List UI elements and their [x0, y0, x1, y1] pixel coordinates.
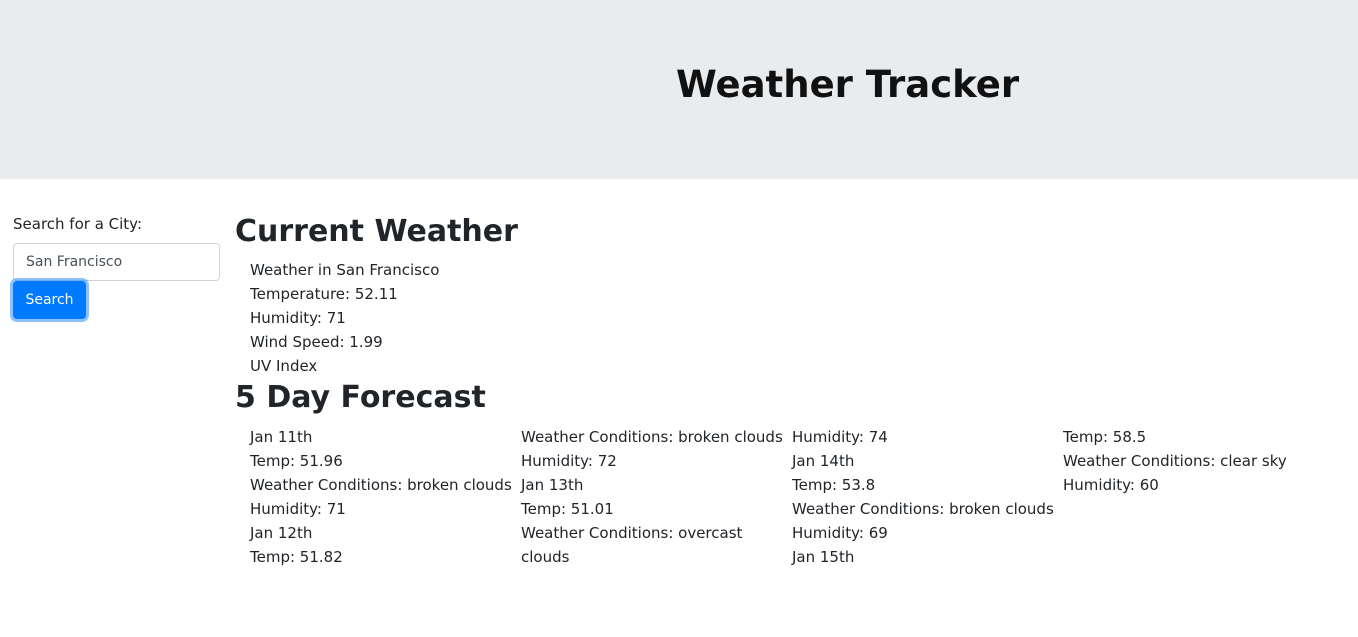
search-button[interactable]: Search — [13, 281, 86, 319]
search-label: Search for a City: — [13, 215, 143, 233]
forecast-item: Jan 15th — [792, 548, 855, 566]
forecast-column-3: Humidity: 74 Jan 14th Temp: 53.8 Weather… — [792, 425, 1057, 569]
forecast-column-2: Weather Conditions: broken clouds Humidi… — [521, 425, 786, 569]
forecast-item: Temp: 58.5 — [1063, 428, 1147, 446]
current-weather-heading: Current Weather — [235, 214, 518, 249]
forecast-item: Jan 14th — [792, 452, 855, 470]
forecast-item: Weather Conditions: broken clouds — [792, 500, 1054, 518]
current-wind-speed: Wind Speed: 1.99 — [250, 333, 383, 351]
forecast-item: Jan 12th — [250, 524, 313, 542]
forecast-item: Humidity: 60 — [1063, 476, 1159, 494]
forecast-item: Weather Conditions: overcast clouds — [521, 524, 743, 566]
forecast-column-4: Temp: 58.5 Weather Conditions: clear sky… — [1063, 425, 1328, 497]
forecast-column-1: Jan 11th Temp: 51.96 Weather Conditions:… — [250, 425, 515, 569]
forecast-heading: 5 Day Forecast — [235, 380, 486, 415]
city-search-input[interactable] — [13, 243, 220, 281]
forecast-item: Temp: 51.01 — [521, 500, 614, 518]
forecast-item: Weather Conditions: broken clouds — [250, 476, 512, 494]
current-weather-list: Weather in San Francisco Temperature: 52… — [250, 258, 650, 378]
current-uv-index: UV Index — [250, 357, 318, 375]
forecast-item: Humidity: 72 — [521, 452, 617, 470]
forecast-item: Jan 11th — [250, 428, 313, 446]
forecast-item: Humidity: 71 — [250, 500, 346, 518]
header-jumbotron: Weather Tracker — [0, 0, 1358, 179]
forecast-item: Jan 13th — [521, 476, 584, 494]
forecast-item: Temp: 51.96 — [250, 452, 343, 470]
current-humidity: Humidity: 71 — [250, 309, 346, 327]
forecast-item: Humidity: 74 — [792, 428, 888, 446]
forecast-item: Humidity: 69 — [792, 524, 888, 542]
forecast-item: Temp: 53.8 — [792, 476, 876, 494]
current-temperature: Temperature: 52.11 — [250, 285, 398, 303]
current-weather-city: Weather in San Francisco — [250, 261, 440, 279]
forecast-item: Temp: 51.82 — [250, 548, 343, 566]
forecast-item: Weather Conditions: broken clouds — [521, 428, 783, 446]
forecast-item: Weather Conditions: clear sky — [1063, 452, 1287, 470]
page-title: Weather Tracker — [676, 63, 1020, 106]
